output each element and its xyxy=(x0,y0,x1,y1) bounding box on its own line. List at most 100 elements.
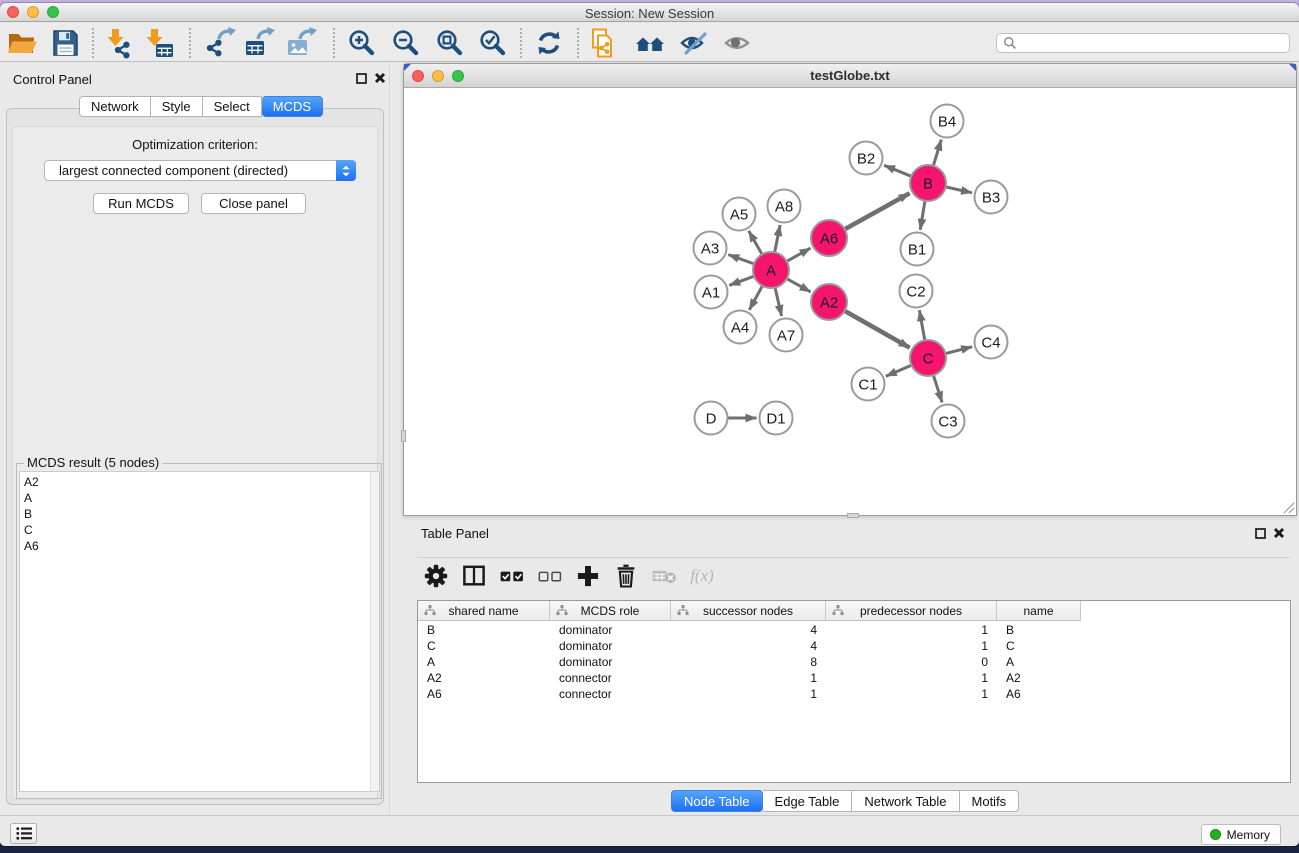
refresh-icon[interactable] xyxy=(533,27,565,59)
column-header-MCDS-role[interactable]: MCDS role xyxy=(550,601,671,621)
result-list-item[interactable]: B xyxy=(20,506,379,522)
graph-node-A2[interactable]: A2 xyxy=(811,284,847,320)
graph-edge-C-C2[interactable] xyxy=(919,310,924,340)
graph-node-A1[interactable]: A1 xyxy=(695,276,728,309)
export-table-icon[interactable] xyxy=(243,27,275,59)
frame-resize-handle-left[interactable] xyxy=(401,430,406,442)
graph-node-A8[interactable]: A8 xyxy=(768,190,801,223)
export-network-icon[interactable] xyxy=(204,27,236,59)
column-header-predecessor-nodes[interactable]: predecessor nodes xyxy=(826,601,997,621)
tab-edge-table[interactable]: Edge Table xyxy=(763,790,853,812)
graph-node-C2[interactable]: C2 xyxy=(900,275,933,308)
result-list-item[interactable]: C xyxy=(20,522,379,538)
graph-edge-C-C1[interactable] xyxy=(886,365,912,376)
search-input[interactable] xyxy=(996,33,1290,53)
frame-resize-handle-bottom[interactable] xyxy=(847,513,859,518)
criterion-dropdown[interactable]: largest connected component (directed) xyxy=(44,160,356,181)
result-list-scrollbar[interactable] xyxy=(370,472,379,791)
graph-edge-A-A4[interactable] xyxy=(749,286,762,310)
table-row[interactable]: Cdominator41C xyxy=(418,638,1078,654)
first-neighbors-icon[interactable] xyxy=(634,27,666,59)
float-panel-icon[interactable] xyxy=(1255,528,1266,539)
column-header-name[interactable]: name xyxy=(997,601,1081,621)
graph-node-C1[interactable]: C1 xyxy=(852,368,885,401)
zoom-selected-icon[interactable] xyxy=(476,27,508,59)
column-header-successor-nodes[interactable]: successor nodes xyxy=(671,601,826,621)
graph-edge-B-B1[interactable] xyxy=(920,201,925,230)
graph-node-C4[interactable]: C4 xyxy=(975,326,1008,359)
export-image-icon[interactable] xyxy=(285,27,317,59)
graph-node-A7[interactable]: A7 xyxy=(770,319,803,352)
graph-node-B2[interactable]: B2 xyxy=(850,142,883,175)
memory-status-button[interactable]: Memory xyxy=(1201,824,1281,845)
graph-node-A4[interactable]: A4 xyxy=(724,311,757,344)
panel-menu-button[interactable] xyxy=(10,823,37,844)
graph-edge-A-A5[interactable] xyxy=(749,231,762,255)
graph-edge-B-B4[interactable] xyxy=(933,140,941,166)
table-row[interactable]: A2connector11A2 xyxy=(418,670,1078,686)
graph-node-A3[interactable]: A3 xyxy=(694,232,727,265)
graph-node-D1[interactable]: D1 xyxy=(760,402,793,435)
graph-edge-B-B2[interactable] xyxy=(884,165,911,176)
graph-node-C3[interactable]: C3 xyxy=(932,405,965,438)
add-column-icon[interactable] xyxy=(569,559,607,593)
graph-edge-C-C4[interactable] xyxy=(945,347,972,354)
zoom-in-icon[interactable] xyxy=(345,27,377,59)
result-list-item[interactable]: A xyxy=(20,490,379,506)
deselect-all-icon[interactable] xyxy=(531,559,569,593)
select-all-icon[interactable] xyxy=(493,559,531,593)
result-list-item[interactable]: A2 xyxy=(20,474,379,490)
graph-edge-C-C3[interactable] xyxy=(933,375,942,402)
gear-icon[interactable] xyxy=(417,559,455,593)
mcds-result-list[interactable]: A2ABCA6 xyxy=(19,471,380,792)
graph-node-B[interactable]: B xyxy=(910,165,946,201)
tab-motifs[interactable]: Motifs xyxy=(960,790,1020,812)
float-panel-icon[interactable] xyxy=(356,73,367,84)
graph-node-B3[interactable]: B3 xyxy=(975,181,1008,214)
graph-node-B4[interactable]: B4 xyxy=(931,105,964,138)
tab-node-table[interactable]: Node Table xyxy=(671,790,763,812)
table-row[interactable]: A6connector11A6 xyxy=(418,686,1078,702)
tab-network[interactable]: Network xyxy=(79,96,151,117)
close-panel-button[interactable]: Close panel xyxy=(201,193,306,214)
graph-edge-A2-C[interactable] xyxy=(845,311,910,348)
zoom-out-icon[interactable] xyxy=(389,27,421,59)
graph-node-C[interactable]: C xyxy=(910,340,946,376)
save-session-icon[interactable] xyxy=(49,27,81,59)
graph-edge-A-A1[interactable] xyxy=(729,276,754,285)
tab-style[interactable]: Style xyxy=(151,96,203,117)
close-panel-icon[interactable] xyxy=(374,72,386,84)
graph-node-A6[interactable]: A6 xyxy=(811,220,847,256)
new-network-from-selection-icon[interactable] xyxy=(588,27,620,59)
graph-node-A[interactable]: A xyxy=(753,252,789,288)
table-row[interactable]: Adominator80A xyxy=(418,654,1078,670)
hide-selected-icon[interactable] xyxy=(678,27,710,59)
graph-edge-A-A7[interactable] xyxy=(775,288,782,317)
tab-mcds[interactable]: MCDS xyxy=(262,96,323,117)
table-row[interactable]: Bdominator41B xyxy=(418,622,1078,638)
run-mcds-button[interactable]: Run MCDS xyxy=(93,193,189,214)
graph-edge-A-A6[interactable] xyxy=(787,248,811,261)
network-canvas[interactable]: B4 B2 B B3 A8 A5 A6 A3 B1 A A1 C2 A2 A4 … xyxy=(404,89,1296,515)
graph-edge-A6-B[interactable] xyxy=(845,193,910,229)
column-header-shared-name[interactable]: shared name xyxy=(418,601,550,621)
open-file-icon[interactable] xyxy=(6,27,38,59)
graph-node-A5[interactable]: A5 xyxy=(723,198,756,231)
tab-network-table[interactable]: Network Table xyxy=(852,790,959,812)
close-panel-icon[interactable] xyxy=(1273,527,1285,539)
node-table[interactable]: shared name MCDS role successor nodes pr… xyxy=(417,600,1291,783)
network-window-titlebar[interactable]: testGlobe.txt xyxy=(404,64,1296,88)
import-network-icon[interactable] xyxy=(105,27,137,59)
graph-edge-A-A2[interactable] xyxy=(787,279,811,292)
import-table-icon[interactable] xyxy=(144,27,176,59)
delete-column-icon[interactable] xyxy=(607,559,645,593)
graph-edge-B-B3[interactable] xyxy=(946,187,972,193)
graph-edge-A-A8[interactable] xyxy=(775,225,781,252)
result-list-item[interactable]: A6 xyxy=(20,538,379,554)
split-view-icon[interactable] xyxy=(455,559,493,593)
zoom-fit-icon[interactable] xyxy=(433,27,465,59)
graph-edge-A-A3[interactable] xyxy=(728,255,754,264)
tab-select[interactable]: Select xyxy=(203,96,262,117)
graph-node-D[interactable]: D xyxy=(695,402,728,435)
frame-resize-grip[interactable] xyxy=(1282,501,1295,514)
